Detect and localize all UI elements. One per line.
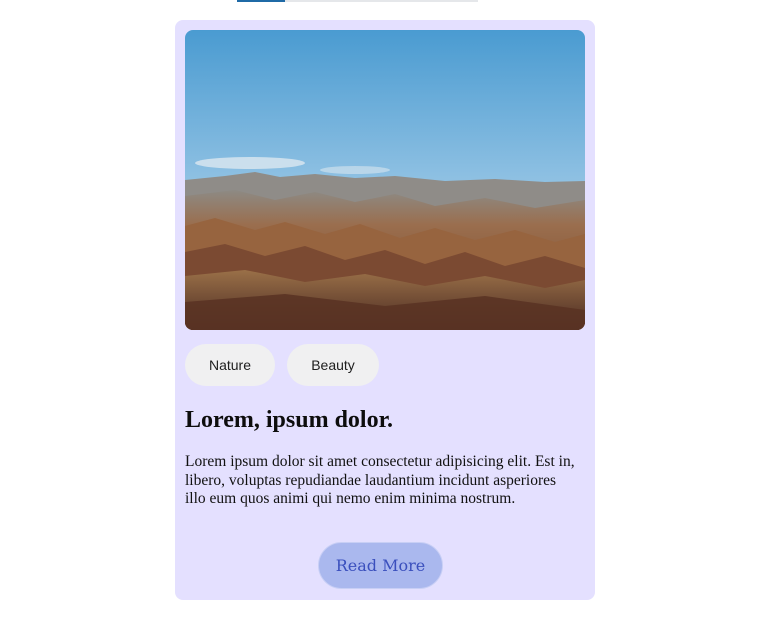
read-more-button[interactable]: Read More bbox=[318, 542, 443, 589]
tag-label: Nature bbox=[208, 357, 252, 373]
card-title: Lorem, ipsum dolor. bbox=[185, 407, 394, 433]
card-image bbox=[185, 30, 585, 330]
tag-list: Nature Beauty bbox=[185, 344, 379, 386]
top-progress-bar bbox=[237, 0, 478, 2]
article-card: Nature Beauty Lorem, ipsum dolor. Lorem … bbox=[175, 20, 595, 600]
tag-beauty[interactable]: Beauty bbox=[287, 344, 379, 386]
tag-label: Beauty bbox=[311, 357, 355, 373]
read-more-label: Read More bbox=[335, 556, 426, 575]
landscape-image bbox=[185, 30, 585, 330]
tag-nature[interactable]: Nature bbox=[185, 344, 275, 386]
card-description: Lorem ipsum dolor sit amet consectetur a… bbox=[185, 453, 575, 507]
top-progress-fill bbox=[237, 0, 286, 2]
